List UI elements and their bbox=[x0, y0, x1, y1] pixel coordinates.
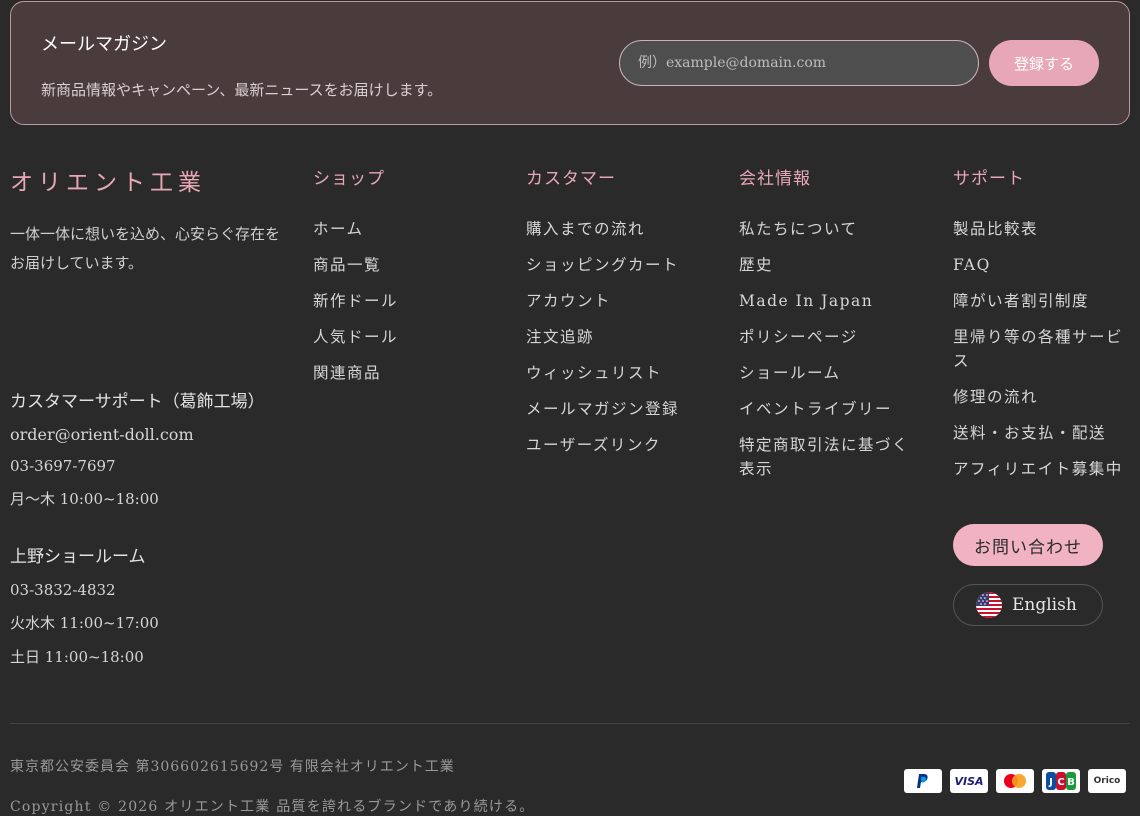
orico-icon: Orico bbox=[1088, 769, 1126, 793]
showroom-contact: 上野ショールーム 03-3832-4832 火水木 11:00~17:00 土日… bbox=[10, 542, 159, 667]
footer-link[interactable]: メールマガジン登録 bbox=[526, 397, 726, 421]
footer-divider bbox=[10, 723, 1130, 724]
factory-contact-title: カスタマーサポート（葛飾工場） bbox=[10, 392, 265, 412]
footer-link[interactable]: 障がい者割引制度 bbox=[953, 289, 1123, 313]
paypal-icon bbox=[904, 769, 942, 793]
factory-phone[interactable]: 03-3697-7697 bbox=[10, 457, 265, 475]
legal-notice: 東京都公安委員会 第306602615692号 有限会社オリエント工業 bbox=[10, 759, 455, 775]
column-heading: カスタマー bbox=[526, 169, 616, 189]
footer-link[interactable]: 歴史 bbox=[739, 253, 909, 277]
footer-column-customer: カスタマー 購入までの流れ ショッピングカート アカウント 注文追跡 ウィッシュ… bbox=[526, 164, 726, 469]
footer-link[interactable]: イベントライブリー bbox=[739, 397, 909, 421]
svg-text:J: J bbox=[1048, 777, 1053, 788]
newsletter-banner: メールマガジン 新商品情報やキャンペーン、最新ニュースをお届けします。 登録する bbox=[10, 1, 1130, 125]
visa-icon: VISA bbox=[950, 769, 988, 793]
language-selector[interactable]: English bbox=[953, 584, 1103, 626]
footer-link[interactable]: 関連商品 bbox=[313, 361, 503, 385]
newsletter-title: メールマガジン bbox=[41, 34, 167, 55]
svg-text:C: C bbox=[1057, 777, 1064, 788]
language-label: English bbox=[1012, 595, 1077, 615]
footer-column-support: サポート 製品比較表 FAQ 障がい者割引制度 里帰り等の各種サービス 修理の流… bbox=[953, 164, 1123, 493]
footer-link[interactable]: 里帰り等の各種サービス bbox=[953, 325, 1123, 373]
us-flag-icon bbox=[976, 592, 1002, 618]
footer-link[interactable]: FAQ bbox=[953, 253, 1123, 277]
column-heading: サポート bbox=[953, 169, 1025, 189]
showroom-contact-title: 上野ショールーム bbox=[10, 547, 146, 567]
footer-link[interactable]: アカウント bbox=[526, 289, 726, 313]
newsletter-email-input[interactable] bbox=[619, 40, 979, 86]
footer-link[interactable]: アフィリエイト募集中 bbox=[953, 457, 1123, 481]
footer-link[interactable]: 人気ドール bbox=[313, 325, 503, 349]
footer-link[interactable]: Made In Japan bbox=[739, 289, 909, 313]
footer-link[interactable]: 新作ドール bbox=[313, 289, 503, 313]
footer-link[interactable]: 注文追跡 bbox=[526, 325, 726, 349]
footer-link[interactable]: 製品比較表 bbox=[953, 217, 1123, 241]
footer-link[interactable]: ショールーム bbox=[739, 361, 909, 385]
footer-link[interactable]: ショッピングカート bbox=[526, 253, 726, 277]
jcb-icon: J C B bbox=[1042, 769, 1080, 793]
factory-hours: 月〜木 10:00~18:00 bbox=[10, 490, 159, 508]
footer-link[interactable]: 私たちについて bbox=[739, 217, 909, 241]
copyright-text: Copyright © 2026 オリエント工業 品質を誇れるブランドであり続け… bbox=[10, 799, 535, 815]
factory-contact: カスタマーサポート（葛飾工場） order@orient-doll.com 03… bbox=[10, 387, 265, 509]
footer-link[interactable]: 商品一覧 bbox=[313, 253, 503, 277]
mastercard-icon bbox=[996, 769, 1034, 793]
footer-link[interactable]: ポリシーページ bbox=[739, 325, 909, 349]
showroom-weekday-hours: 火水木 11:00~17:00 bbox=[10, 614, 159, 632]
showroom-phone[interactable]: 03-3832-4832 bbox=[10, 581, 159, 599]
footer-link[interactable]: 送料・お支払・配送 bbox=[953, 421, 1123, 445]
newsletter-submit-button[interactable]: 登録する bbox=[989, 40, 1099, 86]
column-heading: 会社情報 bbox=[739, 169, 811, 189]
svg-text:B: B bbox=[1067, 777, 1075, 788]
footer-link[interactable]: 特定商取引法に基づく表示 bbox=[739, 433, 909, 481]
payment-methods: VISA J C B Orico bbox=[904, 769, 1126, 793]
factory-email[interactable]: order@orient-doll.com bbox=[10, 425, 265, 444]
footer-column-shop: ショップ ホーム 商品一覧 新作ドール 人気ドール 関連商品 bbox=[313, 164, 503, 397]
footer-link[interactable]: 修理の流れ bbox=[953, 385, 1123, 409]
footer-column-company: 会社情報 私たちについて 歴史 Made In Japan ポリシーページ ショ… bbox=[739, 164, 909, 493]
brand-logo[interactable]: オリエント工業 bbox=[10, 163, 206, 197]
newsletter-description: 新商品情報やキャンペーン、最新ニュースをお届けします。 bbox=[41, 81, 443, 99]
showroom-weekend-hours: 土日 11:00~18:00 bbox=[10, 648, 144, 666]
footer-link[interactable]: ホーム bbox=[313, 217, 503, 241]
footer-link[interactable]: ウィッシュリスト bbox=[526, 361, 726, 385]
footer-link[interactable]: 購入までの流れ bbox=[526, 217, 726, 241]
column-heading: ショップ bbox=[313, 169, 385, 189]
brand-description: 一体一体に想いを込め、心安らぐ存在をお届けしています。 bbox=[10, 225, 281, 272]
contact-us-button[interactable]: お問い合わせ bbox=[953, 524, 1103, 566]
footer-link[interactable]: ユーザーズリンク bbox=[526, 433, 726, 457]
